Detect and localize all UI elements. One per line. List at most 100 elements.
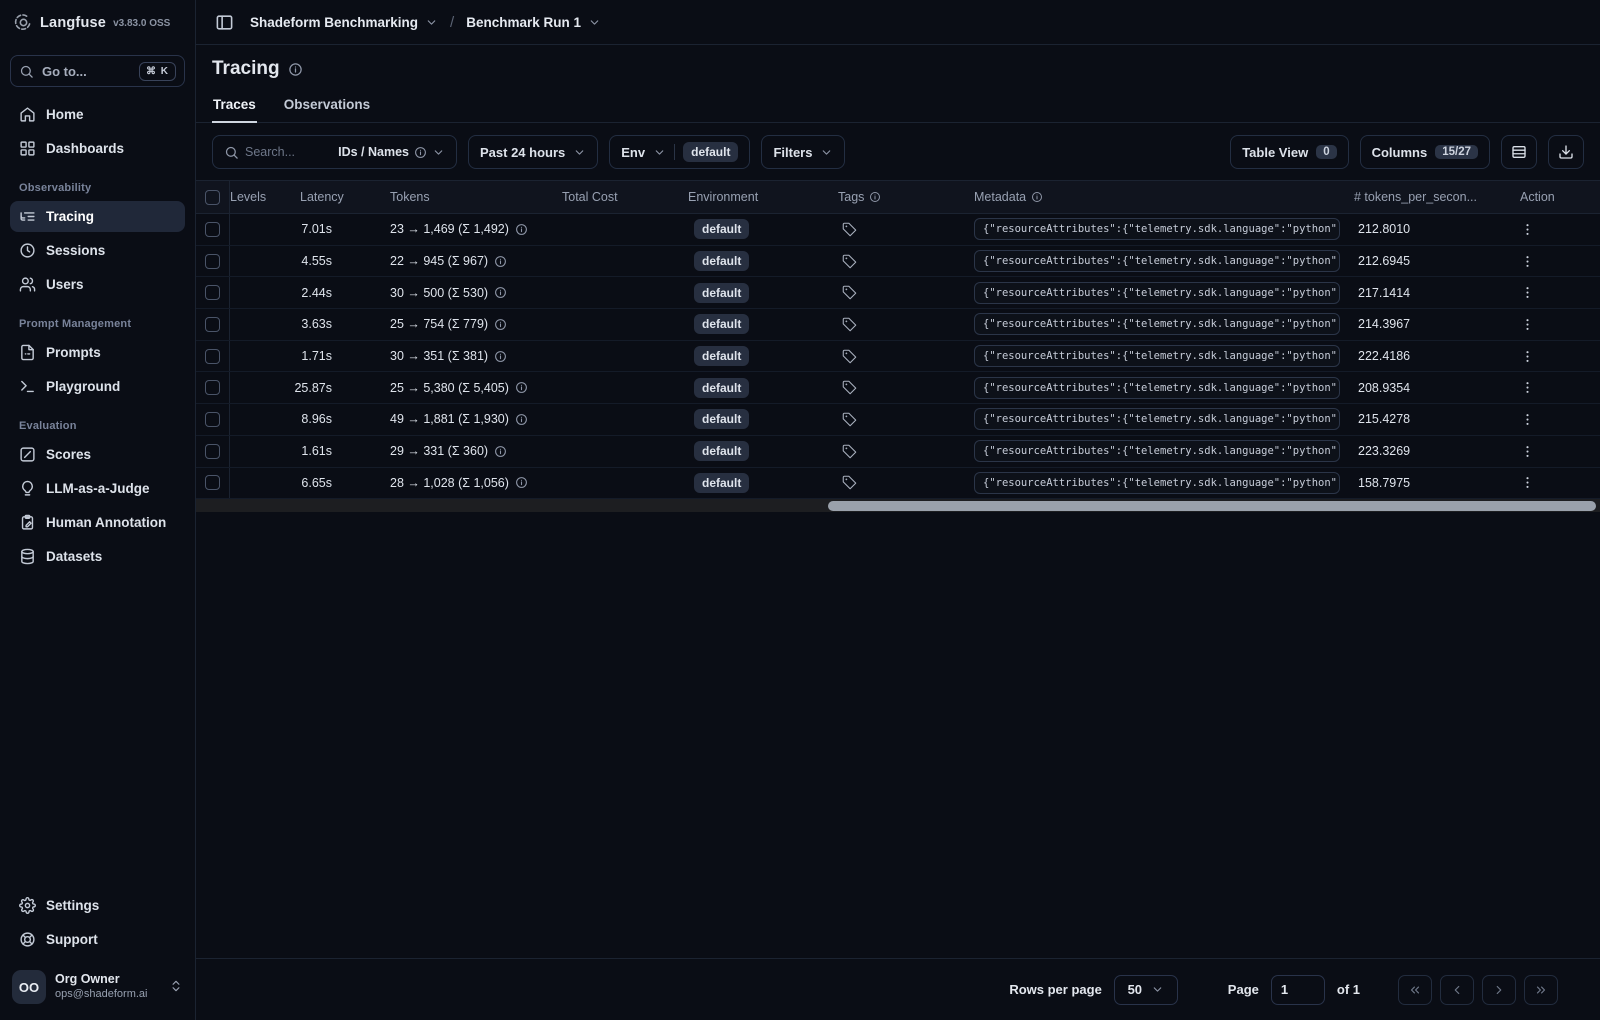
org-selector[interactable]: Shadeform Benchmarking <box>250 15 438 30</box>
row-checkbox[interactable] <box>205 443 220 459</box>
info-icon[interactable] <box>515 223 528 236</box>
user-menu[interactable]: OO Org Owner ops@shadeform.ai <box>0 960 195 1020</box>
tab-traces[interactable]: Traces <box>212 93 257 123</box>
horizontal-scrollbar[interactable] <box>196 499 1600 513</box>
tag-icon[interactable] <box>842 349 857 364</box>
export-button[interactable] <box>1548 135 1584 169</box>
tag-icon[interactable] <box>842 380 857 395</box>
metadata-chip[interactable]: {"resourceAttributes":{"telemetry.sdk.la… <box>974 471 1340 494</box>
tag-icon[interactable] <box>842 412 857 427</box>
environment-badge: default <box>694 314 750 335</box>
row-actions-button[interactable] <box>1520 285 1535 300</box>
sidebar-item-prompts[interactable]: Prompts <box>10 337 185 368</box>
info-icon[interactable] <box>1031 191 1043 203</box>
horizontal-scrollbar-thumb[interactable] <box>827 500 1596 511</box>
sidebar-item-playground[interactable]: Playground <box>10 371 185 402</box>
tab-observations[interactable]: Observations <box>283 93 371 123</box>
table-row[interactable]: 8.96s 49 → 1,881 (Σ 1,930) default {"res… <box>196 404 1600 436</box>
info-icon[interactable] <box>515 476 528 489</box>
row-actions-button[interactable] <box>1520 475 1535 490</box>
table-row[interactable]: 2.44s 30 → 500 (Σ 530) default {"resourc… <box>196 277 1600 310</box>
table-row[interactable]: 1.61s 29 → 331 (Σ 360) default {"resourc… <box>196 435 1600 468</box>
info-icon[interactable] <box>494 318 507 331</box>
metadata-chip[interactable]: {"resourceAttributes":{"telemetry.sdk.la… <box>974 313 1340 336</box>
sidebar-item-settings[interactable]: Settings <box>10 890 185 921</box>
page-label: Page <box>1227 982 1259 997</box>
table-row[interactable]: 4.55s 22 → 945 (Σ 967) default {"resourc… <box>196 245 1600 278</box>
table-row[interactable]: 25.87s 25 → 5,380 (Σ 5,405) default {"re… <box>196 372 1600 405</box>
row-actions-button[interactable] <box>1520 254 1535 269</box>
previous-page-button[interactable] <box>1440 974 1474 1005</box>
info-icon[interactable] <box>515 381 528 394</box>
environment-filter[interactable]: Env default <box>609 135 751 169</box>
table-row[interactable]: 1.71s 30 → 351 (Σ 381) default {"resourc… <box>196 340 1600 373</box>
info-icon[interactable] <box>494 286 507 299</box>
metadata-chip[interactable]: {"resourceAttributes":{"telemetry.sdk.la… <box>974 250 1340 273</box>
filters-button[interactable]: Filters <box>761 135 846 169</box>
row-checkbox[interactable] <box>205 475 220 491</box>
page-number-input[interactable] <box>1270 974 1325 1005</box>
table-row[interactable]: 7.01s 23 → 1,469 (Σ 1,492) default {"res… <box>196 214 1600 246</box>
row-actions-button[interactable] <box>1520 317 1535 332</box>
metadata-chip[interactable]: {"resourceAttributes":{"telemetry.sdk.la… <box>974 281 1340 304</box>
row-checkbox[interactable] <box>205 380 220 396</box>
search-input[interactable] <box>245 145 321 159</box>
info-icon[interactable] <box>869 191 881 203</box>
metadata-chip[interactable]: {"resourceAttributes":{"telemetry.sdk.la… <box>974 376 1340 399</box>
row-checkbox[interactable] <box>205 253 220 269</box>
tag-icon[interactable] <box>842 254 857 269</box>
search-mode-selector[interactable]: IDs / Names <box>338 145 445 159</box>
row-checkbox[interactable] <box>205 221 220 237</box>
row-actions-button[interactable] <box>1520 380 1535 395</box>
info-icon[interactable] <box>494 445 507 458</box>
row-actions-button[interactable] <box>1520 349 1535 364</box>
row-actions-button[interactable] <box>1520 444 1535 459</box>
info-icon[interactable] <box>515 413 528 426</box>
table-row[interactable]: 6.65s 28 → 1,028 (Σ 1,056) default {"res… <box>196 467 1600 500</box>
sidebar-item-datasets[interactable]: Datasets <box>10 541 185 572</box>
info-icon[interactable] <box>494 350 507 363</box>
select-all-checkbox[interactable] <box>205 189 220 205</box>
sidebar-item-human-annotation[interactable]: Human Annotation <box>10 507 185 538</box>
metadata-chip[interactable]: {"resourceAttributes":{"telemetry.sdk.la… <box>974 408 1340 431</box>
row-checkbox[interactable] <box>205 348 220 364</box>
row-actions-button[interactable] <box>1520 222 1535 237</box>
row-checkbox[interactable] <box>205 316 220 332</box>
rows-per-page-select[interactable]: 50 <box>1113 974 1178 1005</box>
search-box[interactable]: IDs / Names <box>212 135 457 169</box>
tag-icon[interactable] <box>842 317 857 332</box>
row-height-button[interactable] <box>1501 135 1537 169</box>
metadata-chip[interactable]: {"resourceAttributes":{"telemetry.sdk.la… <box>974 440 1340 463</box>
column-header-action: Action <box>1520 190 1555 204</box>
table-row[interactable]: 3.63s 25 → 754 (Σ 779) default {"resourc… <box>196 309 1600 341</box>
tag-icon[interactable] <box>842 222 857 237</box>
columns-button[interactable]: Columns 15/27 <box>1359 135 1490 169</box>
project-selector[interactable]: Benchmark Run 1 <box>466 15 601 30</box>
metadata-chip[interactable]: {"resourceAttributes":{"telemetry.sdk.la… <box>974 218 1340 241</box>
tag-icon[interactable] <box>842 285 857 300</box>
tag-icon[interactable] <box>842 444 857 459</box>
row-checkbox[interactable] <box>205 285 220 301</box>
tag-icon[interactable] <box>842 475 857 490</box>
row-actions-button[interactable] <box>1520 412 1535 427</box>
dashboards-icon <box>19 140 36 157</box>
sidebar-item-users[interactable]: Users <box>10 269 185 300</box>
sidebar-item-support[interactable]: Support <box>10 924 185 955</box>
first-page-button[interactable] <box>1398 974 1432 1005</box>
sidebar-toggle-button[interactable] <box>210 8 238 36</box>
goto-search-button[interactable]: Go to... ⌘ K <box>10 55 185 87</box>
sidebar-item-scores[interactable]: Scores <box>10 439 185 470</box>
info-icon[interactable] <box>494 255 507 268</box>
sidebar-item-sessions[interactable]: Sessions <box>10 235 185 266</box>
sidebar-item-home[interactable]: Home <box>10 99 185 130</box>
sidebar-item-dashboards[interactable]: Dashboards <box>10 133 185 164</box>
table-view-button[interactable]: Table View 0 <box>1230 135 1349 169</box>
last-page-button[interactable] <box>1524 974 1558 1005</box>
metadata-chip[interactable]: {"resourceAttributes":{"telemetry.sdk.la… <box>974 345 1340 368</box>
row-checkbox[interactable] <box>205 411 220 427</box>
next-page-button[interactable] <box>1482 974 1516 1005</box>
time-range-filter[interactable]: Past 24 hours <box>468 135 599 169</box>
sidebar-item-tracing[interactable]: Tracing <box>10 200 185 232</box>
info-icon[interactable] <box>288 62 303 77</box>
sidebar-item-llm-as-a-judge[interactable]: LLM-as-a-Judge <box>10 473 185 504</box>
